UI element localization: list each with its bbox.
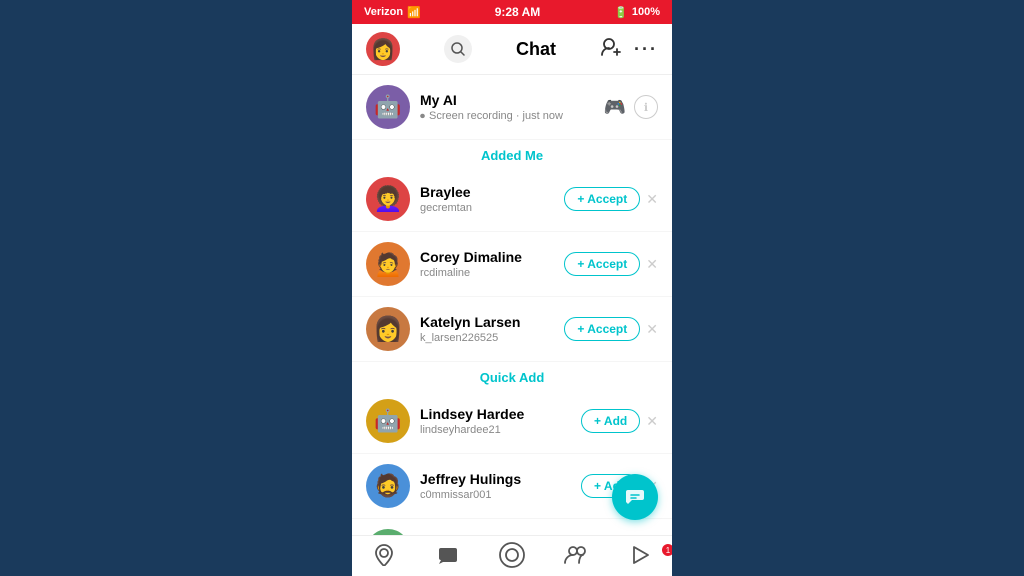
- lindsey-avatar: 🤖: [366, 399, 410, 443]
- lindsey-add-button[interactable]: + Add: [581, 409, 640, 433]
- corey-accept-button[interactable]: + Accept: [564, 252, 640, 276]
- jeffrey-info: Jeffrey Hulings c0mmissar001: [420, 471, 571, 501]
- quick-add-label: Quick Add: [352, 362, 672, 389]
- jeffrey-username: c0mmissar001: [420, 489, 571, 501]
- katelyn-actions: + Accept ✕: [564, 317, 658, 341]
- braylee-dismiss-button[interactable]: ✕: [646, 191, 658, 208]
- added-me-label: Added Me: [352, 140, 672, 167]
- lindsey-actions: + Add ✕: [581, 409, 658, 433]
- nav-spotlight[interactable]: 1: [608, 542, 672, 568]
- braylee-avatar: 👩‍🦱: [366, 177, 410, 221]
- nav-bar: 👩 Chat ···: [352, 24, 672, 75]
- contact-item-braylee[interactable]: 👩‍🦱 Braylee gecremtan + Accept ✕: [352, 167, 672, 232]
- lock-icon[interactable]: ℹ: [634, 95, 658, 119]
- add-friend-icon[interactable]: [600, 36, 622, 63]
- spotlight-badge: 1: [662, 544, 672, 556]
- katelyn-username: k_larsen226525: [420, 332, 554, 344]
- katelyn-dismiss-button[interactable]: ✕: [646, 321, 658, 338]
- corey-dismiss-button[interactable]: ✕: [646, 256, 658, 273]
- status-bar: Verizon 📶 9:28 AM 🔋 100%: [352, 0, 672, 24]
- my-ai-item[interactable]: 🤖 My AI ⏺ Screen recording · just now 🎮 …: [352, 75, 672, 140]
- my-ai-name: My AI: [420, 92, 594, 108]
- braylee-username: gecremtan: [420, 202, 554, 214]
- contact-item-katelyn[interactable]: 👩 Katelyn Larsen k_larsen226525 + Accept…: [352, 297, 672, 362]
- my-ai-avatar: 🤖: [366, 85, 410, 129]
- phone-frame: Verizon 📶 9:28 AM 🔋 100% 👩 Chat: [352, 0, 672, 576]
- user-avatar[interactable]: 👩: [366, 32, 400, 66]
- my-ai-sub: ⏺ Screen recording · just now: [420, 110, 594, 122]
- katelyn-accept-button[interactable]: + Accept: [564, 317, 640, 341]
- jeffrey-name: Jeffrey Hulings: [420, 471, 571, 487]
- braylee-info: Braylee gecremtan: [420, 184, 554, 214]
- screen-record-icon: ⏺: [420, 111, 425, 122]
- contact-item-corey[interactable]: 🙍 Corey Dimaline rcdimaline + Accept ✕: [352, 232, 672, 297]
- corey-name: Corey Dimaline: [420, 249, 554, 265]
- jeffrey-avatar: 🧔: [366, 464, 410, 508]
- lindsey-username: lindseyhardee21: [420, 424, 571, 436]
- katelyn-avatar: 👩: [366, 307, 410, 351]
- chat-list: 🤖 My AI ⏺ Screen recording · just now 🎮 …: [352, 75, 672, 535]
- my-ai-actions: 🎮 ℹ: [604, 95, 658, 119]
- corey-avatar: 🙍: [366, 242, 410, 286]
- lindsey-info: Lindsey Hardee lindseyhardee21: [420, 406, 571, 436]
- nav-actions: ···: [600, 36, 658, 63]
- corey-username: rcdimaline: [420, 267, 554, 279]
- nav-map[interactable]: [352, 542, 416, 568]
- corey-info: Corey Dimaline rcdimaline: [420, 249, 554, 279]
- corey-actions: + Accept ✕: [564, 252, 658, 276]
- contact-item-lindsey[interactable]: 🤖 Lindsey Hardee lindseyhardee21 + Add ✕: [352, 389, 672, 454]
- braylee-actions: + Accept ✕: [564, 187, 658, 211]
- my-ai-info: My AI ⏺ Screen recording · just now: [420, 92, 594, 122]
- contact-item-arya[interactable]: 🧔 Arya Rad aryarad22 + Add ✕: [352, 519, 672, 535]
- page-title: Chat: [516, 39, 556, 60]
- nav-chat[interactable]: [416, 542, 480, 568]
- status-left: Verizon 📶: [364, 6, 421, 19]
- search-button[interactable]: [444, 35, 472, 63]
- nav-camera[interactable]: [480, 542, 544, 568]
- my-ai-status: Screen recording · just now: [429, 110, 563, 122]
- time-label: 9:28 AM: [495, 5, 541, 19]
- braylee-accept-button[interactable]: + Accept: [564, 187, 640, 211]
- katelyn-name: Katelyn Larsen: [420, 314, 554, 330]
- lindsey-dismiss-button[interactable]: ✕: [646, 413, 658, 430]
- lindsey-name: Lindsey Hardee: [420, 406, 571, 422]
- battery-icon: 🔋: [614, 6, 628, 19]
- carrier-label: Verizon: [364, 6, 403, 18]
- braylee-name: Braylee: [420, 184, 554, 200]
- wifi-icon: 📶: [407, 6, 421, 19]
- battery-label: 100%: [632, 6, 660, 18]
- bottom-nav: 1: [352, 535, 672, 576]
- compose-fab-button[interactable]: [612, 474, 658, 520]
- katelyn-info: Katelyn Larsen k_larsen226525: [420, 314, 554, 344]
- more-options-icon[interactable]: ···: [634, 39, 658, 60]
- my-ai-emoji: 🎮: [604, 97, 626, 118]
- status-right: 🔋 100%: [614, 6, 660, 19]
- nav-friends[interactable]: [544, 542, 608, 568]
